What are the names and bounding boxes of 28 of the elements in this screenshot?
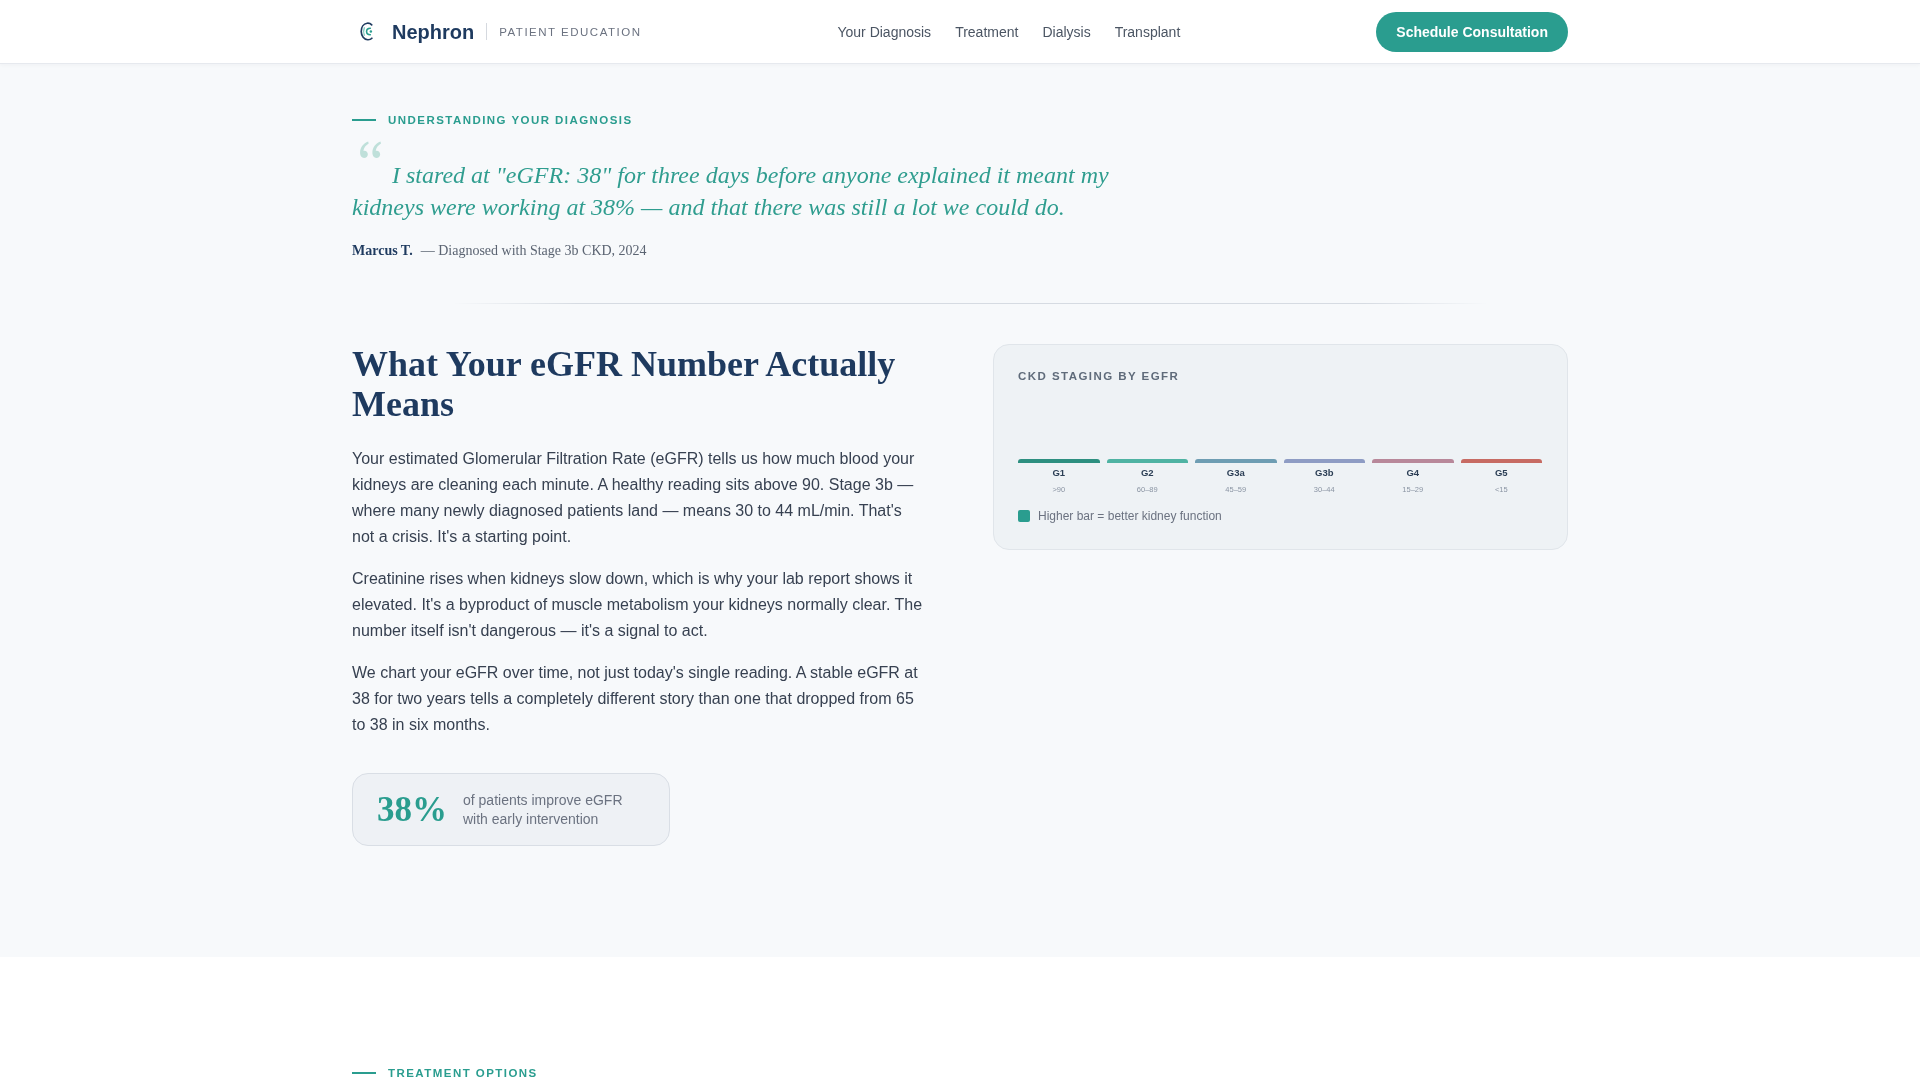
body-paragraph: We chart your eGFR over time, not just today's single reading. A stable eGFR at 38 for two years tells a completely different story than one that dropped from 65 to 38 in six months.	[352, 663, 919, 735]
legend-swatch-icon	[1018, 510, 1030, 522]
nav-link[interactable]: Your Diagnosis	[837, 22, 932, 41]
stage-label: G4	[1406, 467, 1420, 479]
stage-label: G1	[1052, 467, 1066, 479]
body-paragraph: Your estimated Glomerular Filtration Rate (eGFR) tells us how much blood your kidneys are cleaning each minute. A healthy reading sits above 90. Stage 3b — where many newly diagnosed patients land — means 30 to 44 mL/min. That's not a crisis. It's a starting point.	[352, 449, 916, 547]
logo-icon	[360, 22, 375, 41]
section-eyebrow: UNDERSTANDING YOUR DIAGNOSIS	[388, 113, 633, 127]
nav-link[interactable]: Dialysis	[1042, 22, 1091, 41]
nav-link[interactable]: Treatment	[955, 22, 1019, 41]
testimonial-quote: I stared at "eGFR: 38" for three days before anyone explained it meant my kidneys were working at 38% — and that there was still a lot we could do.	[352, 161, 1110, 222]
section-heading: What Your eGFR Number Actually Means	[352, 344, 897, 424]
legend-text: Higher bar = better kidney function	[1038, 509, 1222, 523]
stage-label: G3b	[1315, 467, 1334, 479]
section-eyebrow: TREATMENT OPTIONS	[388, 1066, 538, 1080]
brand-name: Nephron	[392, 19, 475, 44]
quote-mark-icon	[359, 141, 382, 159]
brand-tagline: PATIENT EDUCATION	[499, 24, 642, 39]
stage-label: G3a	[1226, 467, 1245, 479]
stat-value: 38%	[377, 789, 447, 830]
chart-title: CKD STAGING BY EGFR	[1018, 369, 1180, 383]
author-note: — Diagnosed with Stage 3b CKD, 2024	[420, 242, 647, 260]
author-name: Marcus T.	[352, 242, 413, 260]
stat-caption: of patients improve eGFR with early intervention	[463, 790, 624, 829]
stage-label: G5	[1494, 467, 1508, 479]
stage-label: G2	[1140, 467, 1154, 479]
body-paragraph: Creatinine rises when kidneys slow down, which is why your lab report shows it elevated. It's a byproduct of muscle metabolism your kidneys normally clear. The number itself isn't dangerous — it's a signal to act.	[352, 569, 924, 641]
nav-link[interactable]: Transplant	[1114, 22, 1181, 41]
